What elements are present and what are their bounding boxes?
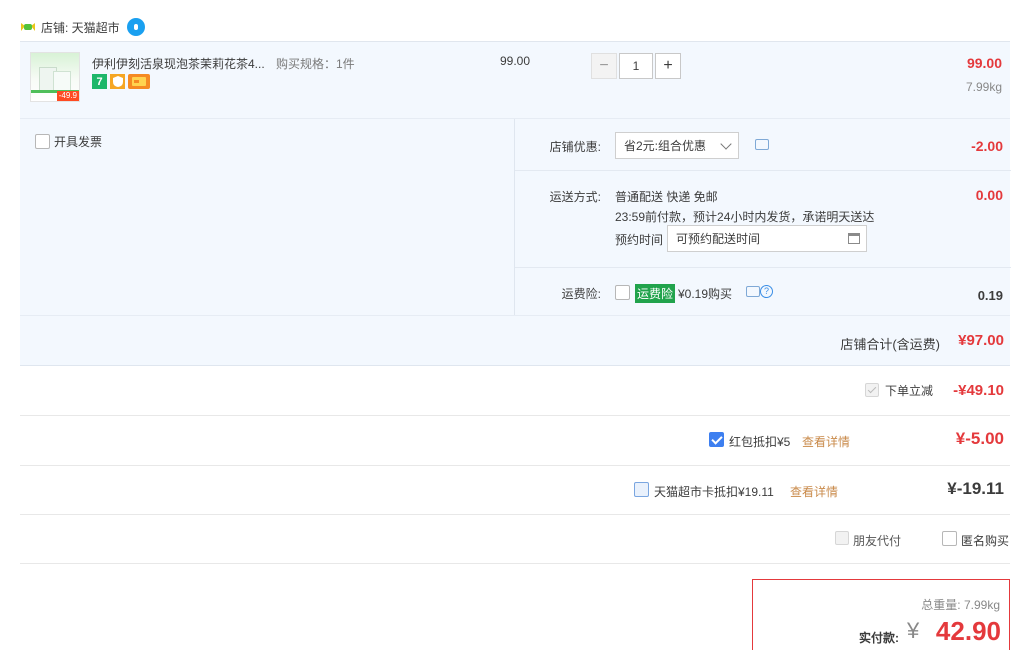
- message-icon[interactable]: [746, 286, 760, 297]
- shipping-label: 运送方式:: [549, 190, 601, 204]
- extras-row: 朋友代付 匿名购买: [20, 515, 1010, 564]
- seven-day-return-icon: 7: [92, 74, 107, 89]
- red-packet-detail-link[interactable]: 查看详情: [802, 433, 850, 450]
- order-options-panel: 开具发票 店铺优惠: 省2元:组合优惠 -2.00 运送方式: 普通配送 快递 …: [20, 118, 1011, 316]
- product-weight: 7.99kg: [965, 80, 1002, 94]
- insurance-tag: 运费险: [635, 284, 676, 303]
- store-discount-row: 店铺优惠: 省2元:组合优惠 -2.00: [515, 119, 1011, 171]
- friend-pay-checkbox: [835, 531, 849, 545]
- payment-summary: 总重量: 7.99kg 实付款: ¥ 42.90: [752, 579, 1010, 650]
- shipping-amount: 0.00: [975, 187, 1003, 203]
- tmall-card-checkbox[interactable]: [634, 482, 649, 497]
- calendar-icon: [848, 233, 860, 244]
- total-weight: 总重量: 7.99kg: [921, 598, 1000, 612]
- chevron-down-icon: [720, 138, 732, 150]
- store-discount-selected: 省2元:组合优惠: [624, 139, 707, 153]
- invoice-option[interactable]: 开具发票: [35, 133, 102, 150]
- friend-pay-label: 朋友代付: [853, 534, 902, 548]
- help-icon[interactable]: ?: [760, 285, 773, 298]
- tmall-card-label: 天猫超市卡抵扣¥19.11: [654, 485, 774, 499]
- increase-quantity-button[interactable]: +: [655, 53, 681, 79]
- tmall-card-row: 天猫超市卡抵扣¥19.11 查看详情 ¥-19.11: [20, 466, 1010, 515]
- store-discount-label: 店铺优惠:: [549, 140, 601, 154]
- product-subtotal: 99.00: [966, 55, 1002, 71]
- shop-name[interactable]: 店铺: 天猫超市: [41, 19, 120, 36]
- red-packet-amount: ¥-5.00: [955, 429, 1004, 448]
- store-total-row: 店铺合计(含运费) ¥97.00: [20, 315, 1010, 366]
- insurance-label: 运费险:: [561, 287, 601, 301]
- message-icon[interactable]: [755, 139, 769, 150]
- store-discount-select[interactable]: 省2元:组合优惠: [615, 132, 739, 159]
- insurance-checkbox[interactable]: [615, 285, 630, 300]
- anonymous-checkbox[interactable]: [942, 531, 957, 546]
- currency-symbol: ¥: [907, 618, 920, 643]
- quantity-stepper: − +: [591, 53, 681, 79]
- product-spec: 购买规格：1件: [276, 57, 355, 71]
- anonymous-label: 匿名购买: [961, 534, 1010, 548]
- store-discount-amount: -2.00: [971, 138, 1003, 154]
- tmall-cat-icon: [21, 23, 35, 31]
- instant-discount-checkbox: [865, 383, 879, 397]
- order-settings: 店铺优惠: 省2元:组合优惠 -2.00 运送方式: 普通配送 快递 免邮 23…: [514, 119, 1011, 316]
- guarantee-shield-icon: [110, 74, 125, 89]
- store-total-label: 店铺合计(含运费): [840, 337, 940, 352]
- quantity-input[interactable]: [619, 53, 653, 79]
- instant-discount-row: 下单立减 -¥49.10: [20, 366, 1010, 416]
- red-packet-checkbox[interactable]: [709, 432, 724, 447]
- shipping-row: 运送方式: 普通配送 快递 免邮 23:59前付款，预计24小时内发货，承诺明天…: [515, 171, 1011, 268]
- schedule-label: 预约时间: [615, 233, 664, 247]
- tmall-card-amount: ¥-19.11: [947, 479, 1004, 498]
- tmall-card-detail-link[interactable]: 查看详情: [790, 483, 838, 500]
- wangwang-icon[interactable]: [126, 18, 145, 36]
- insurance-row: 运费险: 运费险 ¥0.19购买 ? 0.19: [515, 268, 1011, 316]
- payment-amount: 42.90: [935, 616, 1001, 646]
- product-thumbnail[interactable]: -49.9: [30, 52, 80, 102]
- product-title[interactable]: 伊利伊刻活泉现泡茶茉莉花茶4...: [92, 55, 272, 72]
- credit-card-icon: [128, 74, 150, 89]
- invoice-checkbox[interactable]: [35, 134, 50, 149]
- store-total-amount: ¥97.00: [958, 332, 1004, 349]
- thumbnail-price-tag: -49.9: [56, 91, 79, 101]
- delivery-time-placeholder: 可预约配送时间: [676, 232, 761, 246]
- red-packet-label: 红包抵扣¥5: [729, 435, 791, 449]
- payment-label: 实付款:: [859, 631, 899, 645]
- shipping-note: 23:59前付款，预计24小时内发货，承诺明天送达: [615, 210, 875, 224]
- insurance-price: ¥0.19购买: [678, 287, 733, 301]
- instant-discount-label: 下单立减: [885, 384, 934, 398]
- delivery-time-picker[interactable]: 可预约配送时间: [667, 225, 867, 252]
- invoice-label: 开具发票: [54, 135, 103, 149]
- instant-discount-amount: -¥49.10: [953, 382, 1004, 399]
- shipping-method: 普通配送 快递 免邮: [615, 190, 718, 204]
- unit-price: 99.00: [500, 54, 531, 68]
- product-row: -49.9 伊利伊刻活泉现泡茶茉莉花茶4... 7 购买规格：1件 99.00 …: [20, 41, 1010, 118]
- decrease-quantity-button[interactable]: −: [591, 53, 617, 79]
- insurance-amount: 0.19: [977, 288, 1003, 303]
- product-badges: 7: [92, 74, 150, 89]
- red-packet-row: 红包抵扣¥5 查看详情 ¥-5.00: [20, 416, 1010, 466]
- shop-header: 店铺: 天猫超市: [20, 16, 145, 38]
